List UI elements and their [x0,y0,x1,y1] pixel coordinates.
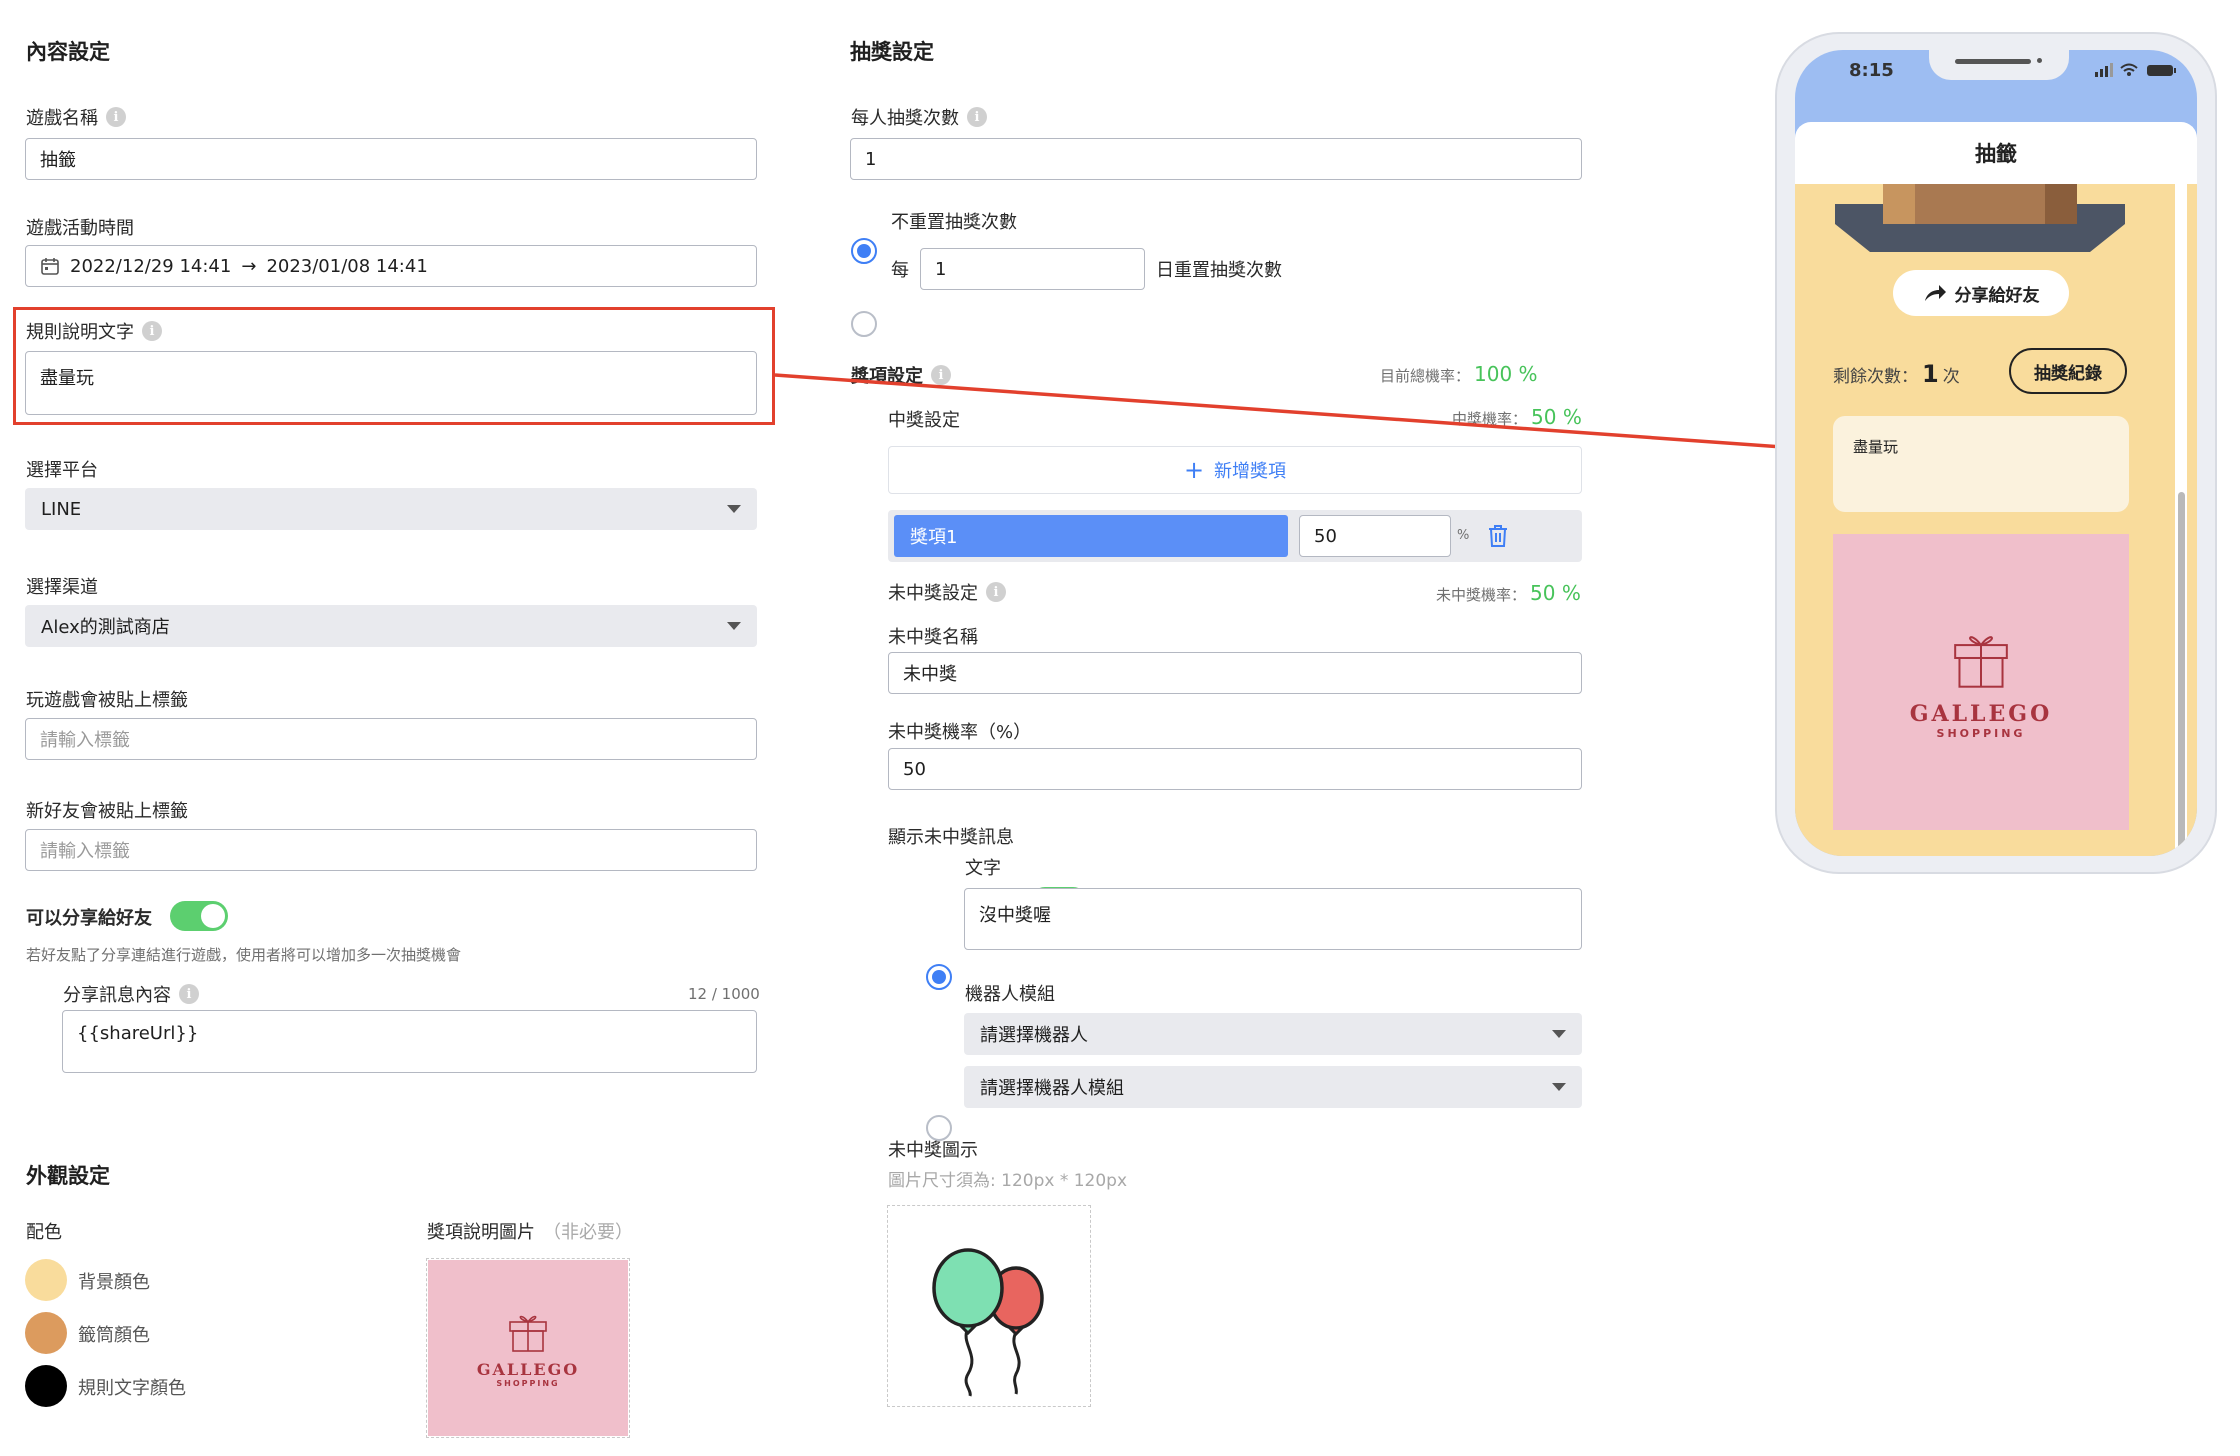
scrollbar-thumb[interactable] [2178,492,2185,852]
rules-card: 盡量玩 [1833,416,2129,512]
draw-tube-graphic [1835,184,2125,252]
logo-sub: SHOPPING [1936,726,2026,740]
app-body: 分享給好友 剩餘次數： 1 次 抽獎紀錄 盡量玩 GALLEGO SHOPPIN… [1795,184,2197,856]
history-button[interactable]: 抽獎紀錄 [2009,348,2127,394]
speaker-icon [1955,59,2031,64]
status-icons [2095,63,2176,77]
logo-brand: GALLEGO [1909,700,2053,727]
share-friend-label: 分享給好友 [1954,285,2040,306]
camera-icon [2037,58,2042,63]
share-friend-button[interactable]: 分享給好友 [1893,270,2069,316]
phone-screen: 8:15 抽籤 分享給好友 剩餘次數： 1 次 抽獎紀錄 盡量玩 GALLEGO… [1795,50,2197,856]
status-time: 8:15 [1849,60,1894,81]
share-arrow-icon [1924,285,1946,301]
remaining-label: 剩餘次數： [1833,367,1918,387]
prize-image-preview: GALLEGO SHOPPING [1833,534,2129,830]
phone-notch [1929,50,2069,80]
remaining-unit: 次 [1942,367,1960,387]
gift-icon [1954,635,2008,688]
remaining-count: 剩餘次數： 1 次 [1833,360,1960,388]
app-title: 抽籤 [1795,122,2197,184]
remaining-value: 1 [1922,360,1939,388]
